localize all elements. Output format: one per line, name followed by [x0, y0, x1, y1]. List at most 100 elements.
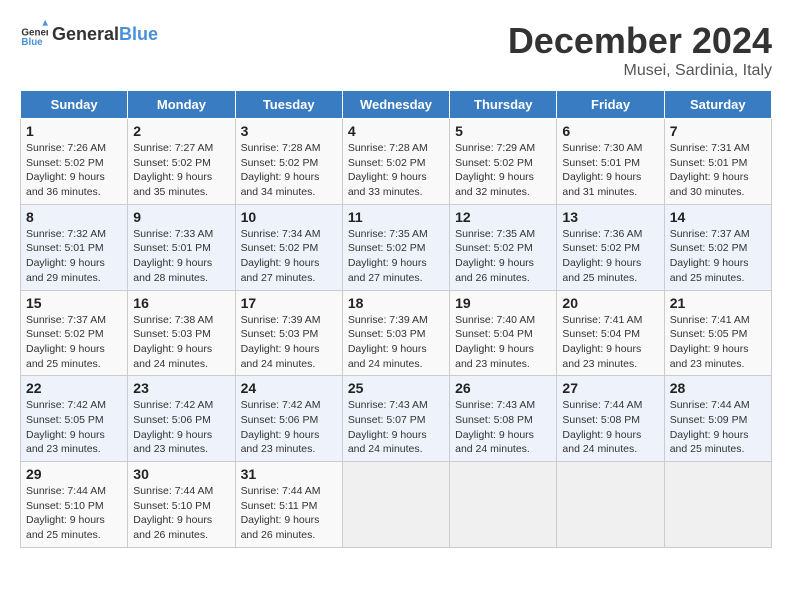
table-row: 6 Sunrise: 7:30 AMSunset: 5:01 PMDayligh… [557, 119, 664, 205]
day-info: Sunrise: 7:44 AMSunset: 5:10 PMDaylight:… [26, 485, 106, 541]
day-info: Sunrise: 7:26 AMSunset: 5:02 PMDaylight:… [26, 142, 106, 198]
table-row: 19 Sunrise: 7:40 AMSunset: 5:04 PMDaylig… [450, 290, 557, 376]
logo: General Blue GeneralBlue [20, 20, 158, 48]
table-row: 14 Sunrise: 7:37 AMSunset: 5:02 PMDaylig… [664, 204, 771, 290]
header: General Blue GeneralBlue December 2024 M… [20, 20, 772, 80]
day-info: Sunrise: 7:42 AMSunset: 5:06 PMDaylight:… [133, 399, 213, 455]
day-number: 4 [348, 123, 444, 139]
table-row: 17 Sunrise: 7:39 AMSunset: 5:03 PMDaylig… [235, 290, 342, 376]
table-row: 30 Sunrise: 7:44 AMSunset: 5:10 PMDaylig… [128, 462, 235, 548]
table-row [450, 462, 557, 548]
day-number: 2 [133, 123, 229, 139]
day-info: Sunrise: 7:37 AMSunset: 5:02 PMDaylight:… [670, 228, 750, 284]
table-row: 1 Sunrise: 7:26 AMSunset: 5:02 PMDayligh… [21, 119, 128, 205]
day-number: 3 [241, 123, 337, 139]
logo-text: GeneralBlue [52, 24, 158, 45]
col-sunday: Sunday [21, 91, 128, 119]
table-row: 25 Sunrise: 7:43 AMSunset: 5:07 PMDaylig… [342, 376, 449, 462]
calendar-week-row: 15 Sunrise: 7:37 AMSunset: 5:02 PMDaylig… [21, 290, 772, 376]
calendar-week-row: 29 Sunrise: 7:44 AMSunset: 5:10 PMDaylig… [21, 462, 772, 548]
col-tuesday: Tuesday [235, 91, 342, 119]
table-row: 26 Sunrise: 7:43 AMSunset: 5:08 PMDaylig… [450, 376, 557, 462]
day-info: Sunrise: 7:35 AMSunset: 5:02 PMDaylight:… [455, 228, 535, 284]
day-number: 14 [670, 209, 766, 225]
col-thursday: Thursday [450, 91, 557, 119]
table-row: 8 Sunrise: 7:32 AMSunset: 5:01 PMDayligh… [21, 204, 128, 290]
day-info: Sunrise: 7:44 AMSunset: 5:11 PMDaylight:… [241, 485, 321, 541]
day-number: 28 [670, 380, 766, 396]
col-monday: Monday [128, 91, 235, 119]
day-info: Sunrise: 7:42 AMSunset: 5:05 PMDaylight:… [26, 399, 106, 455]
day-number: 23 [133, 380, 229, 396]
table-row: 13 Sunrise: 7:36 AMSunset: 5:02 PMDaylig… [557, 204, 664, 290]
day-number: 21 [670, 295, 766, 311]
day-number: 1 [26, 123, 122, 139]
calendar-week-row: 8 Sunrise: 7:32 AMSunset: 5:01 PMDayligh… [21, 204, 772, 290]
table-row: 11 Sunrise: 7:35 AMSunset: 5:02 PMDaylig… [342, 204, 449, 290]
table-row: 15 Sunrise: 7:37 AMSunset: 5:02 PMDaylig… [21, 290, 128, 376]
day-number: 10 [241, 209, 337, 225]
calendar-header-row: Sunday Monday Tuesday Wednesday Thursday… [21, 91, 772, 119]
day-number: 29 [26, 466, 122, 482]
page-title: December 2024 [508, 20, 772, 62]
day-info: Sunrise: 7:44 AMSunset: 5:10 PMDaylight:… [133, 485, 213, 541]
calendar-table: Sunday Monday Tuesday Wednesday Thursday… [20, 90, 772, 548]
table-row [664, 462, 771, 548]
day-number: 18 [348, 295, 444, 311]
day-info: Sunrise: 7:42 AMSunset: 5:06 PMDaylight:… [241, 399, 321, 455]
page-subtitle: Musei, Sardinia, Italy [508, 62, 772, 80]
day-number: 12 [455, 209, 551, 225]
table-row: 18 Sunrise: 7:39 AMSunset: 5:03 PMDaylig… [342, 290, 449, 376]
day-number: 25 [348, 380, 444, 396]
table-row: 12 Sunrise: 7:35 AMSunset: 5:02 PMDaylig… [450, 204, 557, 290]
day-info: Sunrise: 7:29 AMSunset: 5:02 PMDaylight:… [455, 142, 535, 198]
logo-icon: General Blue [20, 20, 48, 48]
day-number: 13 [562, 209, 658, 225]
day-info: Sunrise: 7:33 AMSunset: 5:01 PMDaylight:… [133, 228, 213, 284]
day-info: Sunrise: 7:41 AMSunset: 5:05 PMDaylight:… [670, 314, 750, 370]
day-number: 11 [348, 209, 444, 225]
table-row: 29 Sunrise: 7:44 AMSunset: 5:10 PMDaylig… [21, 462, 128, 548]
table-row [557, 462, 664, 548]
col-wednesday: Wednesday [342, 91, 449, 119]
day-info: Sunrise: 7:39 AMSunset: 5:03 PMDaylight:… [348, 314, 428, 370]
table-row: 20 Sunrise: 7:41 AMSunset: 5:04 PMDaylig… [557, 290, 664, 376]
day-info: Sunrise: 7:43 AMSunset: 5:08 PMDaylight:… [455, 399, 535, 455]
day-number: 27 [562, 380, 658, 396]
table-row: 31 Sunrise: 7:44 AMSunset: 5:11 PMDaylig… [235, 462, 342, 548]
day-number: 17 [241, 295, 337, 311]
day-info: Sunrise: 7:34 AMSunset: 5:02 PMDaylight:… [241, 228, 321, 284]
day-info: Sunrise: 7:28 AMSunset: 5:02 PMDaylight:… [348, 142, 428, 198]
day-number: 30 [133, 466, 229, 482]
table-row: 2 Sunrise: 7:27 AMSunset: 5:02 PMDayligh… [128, 119, 235, 205]
day-info: Sunrise: 7:38 AMSunset: 5:03 PMDaylight:… [133, 314, 213, 370]
day-number: 19 [455, 295, 551, 311]
col-saturday: Saturday [664, 91, 771, 119]
table-row: 4 Sunrise: 7:28 AMSunset: 5:02 PMDayligh… [342, 119, 449, 205]
table-row: 7 Sunrise: 7:31 AMSunset: 5:01 PMDayligh… [664, 119, 771, 205]
table-row [342, 462, 449, 548]
day-info: Sunrise: 7:40 AMSunset: 5:04 PMDaylight:… [455, 314, 535, 370]
day-number: 26 [455, 380, 551, 396]
table-row: 9 Sunrise: 7:33 AMSunset: 5:01 PMDayligh… [128, 204, 235, 290]
day-info: Sunrise: 7:35 AMSunset: 5:02 PMDaylight:… [348, 228, 428, 284]
day-info: Sunrise: 7:41 AMSunset: 5:04 PMDaylight:… [562, 314, 642, 370]
day-number: 16 [133, 295, 229, 311]
table-row: 21 Sunrise: 7:41 AMSunset: 5:05 PMDaylig… [664, 290, 771, 376]
day-info: Sunrise: 7:44 AMSunset: 5:09 PMDaylight:… [670, 399, 750, 455]
day-info: Sunrise: 7:36 AMSunset: 5:02 PMDaylight:… [562, 228, 642, 284]
day-number: 15 [26, 295, 122, 311]
day-info: Sunrise: 7:31 AMSunset: 5:01 PMDaylight:… [670, 142, 750, 198]
calendar-week-row: 22 Sunrise: 7:42 AMSunset: 5:05 PMDaylig… [21, 376, 772, 462]
day-number: 20 [562, 295, 658, 311]
col-friday: Friday [557, 91, 664, 119]
table-row: 27 Sunrise: 7:44 AMSunset: 5:08 PMDaylig… [557, 376, 664, 462]
day-info: Sunrise: 7:37 AMSunset: 5:02 PMDaylight:… [26, 314, 106, 370]
svg-text:Blue: Blue [21, 37, 43, 48]
day-number: 22 [26, 380, 122, 396]
day-info: Sunrise: 7:39 AMSunset: 5:03 PMDaylight:… [241, 314, 321, 370]
table-row: 23 Sunrise: 7:42 AMSunset: 5:06 PMDaylig… [128, 376, 235, 462]
table-row: 10 Sunrise: 7:34 AMSunset: 5:02 PMDaylig… [235, 204, 342, 290]
day-info: Sunrise: 7:44 AMSunset: 5:08 PMDaylight:… [562, 399, 642, 455]
day-info: Sunrise: 7:27 AMSunset: 5:02 PMDaylight:… [133, 142, 213, 198]
